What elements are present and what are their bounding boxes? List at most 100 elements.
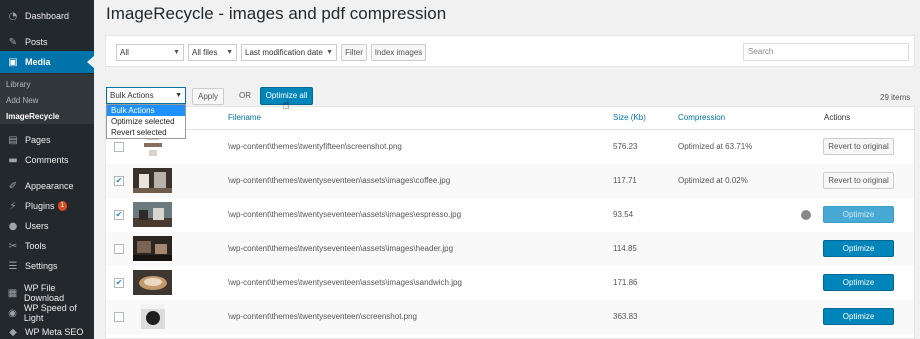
paintbrush-icon: ✐	[8, 180, 18, 192]
thumbnail-image	[133, 270, 172, 295]
sidebar-item-label: WP Meta SEO	[25, 327, 84, 337]
bulk-option-bulk-actions[interactable]: Bulk Actions	[107, 105, 185, 116]
row-checkbox[interactable]	[114, 142, 124, 152]
sidebar-item-pages[interactable]: ▤ Pages	[0, 129, 94, 151]
type-filter-value: All	[120, 48, 129, 57]
download-icon: ▦	[7, 287, 18, 299]
search-input[interactable]: Search	[743, 43, 909, 61]
column-header-filename[interactable]: Filename	[228, 113, 261, 122]
filename-cell: \wp-content\themes\twentyseventeen\asset…	[228, 278, 462, 287]
sidebar-item-settings[interactable]: ☰ Settings	[0, 255, 94, 277]
filename-cell: \wp-content\themes\twentyfifteen\screens…	[228, 142, 402, 151]
pushpin-icon: ✎	[8, 36, 18, 48]
bulk-option-revert-selected[interactable]: Revert selected	[107, 127, 185, 138]
bulk-actions-value: Bulk Actions	[110, 91, 154, 100]
pages-icon: ▤	[8, 134, 18, 146]
column-header-size[interactable]: Size (Kb)	[613, 113, 646, 122]
plugins-icon: ⚡	[9, 200, 17, 212]
table-row: ✔ \wp-content\themes\twentyseventeen\ass…	[106, 198, 914, 232]
size-cell: 117.71	[613, 176, 637, 185]
compression-cell: Optimized at 0.02%	[678, 176, 748, 185]
files-filter-select[interactable]: All files ▼	[188, 44, 237, 61]
sidebar-item-label: WP Speed of Light	[23, 303, 77, 323]
sidebar-item-wp-file-download[interactable]: ▦ WP File Download	[0, 282, 94, 304]
thumbnail-image	[133, 202, 172, 227]
sidebar-item-wp-meta-seo[interactable]: ◆ WP Meta SEO	[0, 321, 94, 339]
filter-bar: All ▼ All files ▼ Last modification date ▼ …	[105, 35, 915, 67]
loading-spinner-icon	[801, 210, 811, 220]
sidebar-item-comments[interactable]: ▬ Comments	[0, 149, 94, 171]
filename-cell: \wp-content\themes\twentyseventeen\asset…	[228, 244, 454, 253]
sidebar-item-label: Settings	[25, 261, 58, 271]
row-checkbox[interactable]: ✔	[114, 278, 124, 288]
optimize-button[interactable]: Optimize	[823, 308, 894, 325]
table-row: \wp-content\themes\twentyseventeen\scree…	[106, 300, 914, 334]
admin-sidebar: ◔ Dashboard ✎ Posts ▣ Media Library Add New…	[0, 0, 94, 339]
submenu-item-add-new[interactable]: Add New	[6, 96, 38, 105]
thumbnail-image	[141, 304, 165, 329]
sidebar-item-users[interactable]: ● Users	[0, 215, 94, 237]
bulk-option-optimize-selected[interactable]: Optimize selected	[107, 116, 185, 127]
bulk-actions-dropdown: Bulk Actions Optimize selected Revert se…	[106, 104, 186, 139]
sidebar-item-appearance[interactable]: ✐ Appearance	[0, 175, 94, 197]
column-header-compression[interactable]: Compression	[678, 113, 725, 122]
sidebar-item-label: Comments	[25, 155, 69, 165]
sidebar-item-posts[interactable]: ✎ Posts	[0, 31, 94, 53]
sidebar-item-label: Appearance	[25, 181, 74, 191]
chevron-down-icon: ▼	[326, 49, 333, 56]
sidebar-item-label: Dashboard	[25, 11, 70, 21]
hand-cursor-icon: ☝	[282, 98, 290, 113]
filter-button[interactable]: Filter	[341, 44, 367, 61]
optimize-button[interactable]: Optimize	[823, 240, 894, 257]
sidebar-item-media[interactable]: ▣ Media	[0, 51, 94, 73]
submenu-item-imagerecycle[interactable]: ImageRecycle	[6, 112, 59, 121]
size-cell: 114.85	[613, 244, 637, 253]
submenu-item-library[interactable]: Library	[6, 80, 30, 89]
row-checkbox[interactable]: ✔	[114, 176, 124, 186]
sidebar-item-tools[interactable]: ✂ Tools	[0, 235, 94, 257]
date-sort-value: Last modification date	[245, 48, 323, 57]
table-row: \wp-content\themes\twentyseventeen\asset…	[106, 232, 914, 266]
filename-cell: \wp-content\themes\twentyseventeen\asset…	[228, 176, 451, 185]
sidebar-item-plugins[interactable]: ⚡ Plugins 1	[0, 195, 94, 217]
sidebar-item-label: Plugins	[25, 201, 55, 211]
table-row: ✔ \wp-content\themes\twentyseventeen\ass…	[106, 266, 914, 300]
bulk-actions-select[interactable]: Bulk Actions ▼	[106, 87, 186, 104]
page-title: ImageRecycle - images and pdf compressio…	[106, 4, 447, 23]
images-table: Filename Size (Kb) Compression Actions \…	[105, 106, 915, 339]
sidebar-item-label: Posts	[25, 37, 48, 47]
revert-to-original-button[interactable]: Revert to original	[823, 138, 894, 155]
compression-cell: Optimized at 63.71%	[678, 142, 753, 151]
dashboard-icon: ◔	[8, 10, 18, 22]
files-filter-value: All files	[192, 48, 218, 57]
sidebar-item-label: Users	[25, 221, 49, 231]
settings-icon: ☰	[8, 260, 18, 272]
media-submenu: Library Add New ImageRecycle	[0, 74, 94, 124]
users-icon: ●	[8, 220, 18, 232]
chevron-down-icon: ▼	[175, 92, 182, 99]
comments-icon: ▬	[8, 154, 18, 166]
size-cell: 93.54	[613, 210, 634, 219]
sidebar-item-dashboard[interactable]: ◔ Dashboard	[0, 5, 94, 27]
row-checkbox[interactable]	[114, 312, 124, 322]
sidebar-item-label: WP File Download	[24, 283, 65, 303]
size-cell: 171.86	[613, 278, 638, 287]
row-checkbox[interactable]: ✔	[114, 210, 124, 220]
index-images-button[interactable]: Index images	[371, 44, 426, 61]
media-icon: ▣	[8, 56, 18, 68]
or-label: OR	[239, 91, 251, 100]
filename-cell: \wp-content\themes\twentyseventeen\scree…	[228, 312, 417, 321]
date-sort-select[interactable]: Last modification date ▼	[241, 44, 337, 61]
optimize-button[interactable]: Optimize	[823, 274, 894, 291]
row-checkbox[interactable]	[114, 244, 124, 254]
type-filter-select[interactable]: All ▼	[116, 44, 184, 61]
optimize-button[interactable]: Optimize	[823, 206, 894, 223]
chevron-down-icon: ▼	[226, 49, 233, 56]
sidebar-item-label: Media	[25, 57, 51, 67]
tools-icon: ✂	[8, 240, 18, 252]
size-cell: 576.23	[613, 142, 638, 151]
revert-to-original-button[interactable]: Revert to original	[823, 172, 894, 189]
apply-button[interactable]: Apply	[192, 88, 224, 105]
update-count-badge: 1	[57, 201, 68, 211]
speed-icon: ◉	[8, 307, 17, 319]
